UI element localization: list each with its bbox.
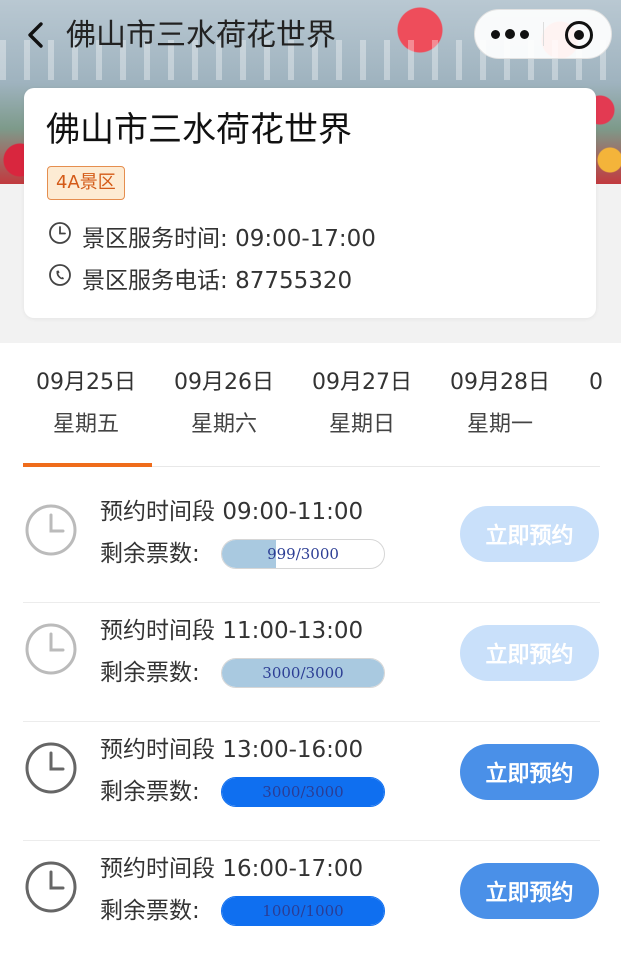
remaining-tickets-bar: 999/3000 (221, 539, 385, 569)
date-tab-date: 09月25日 (36, 370, 136, 395)
date-tab-date: 09月27日 (312, 370, 412, 395)
slot-time-range: 16:00-17:00 (222, 856, 364, 882)
scenic-name: 佛山市三水荷花世界 (46, 110, 352, 150)
active-date-indicator (23, 463, 152, 467)
date-tab-weekday: 星期日 (328, 412, 395, 437)
service-phone: 景区服务电话: 87755320 (48, 263, 352, 299)
remaining-tickets-text: 3000/3000 (262, 783, 344, 801)
slot-time: 预约时间段 09:00-11:00 (100, 494, 363, 530)
remaining-label: 剩余票数: (100, 779, 200, 805)
clock-icon (25, 623, 77, 675)
clock-icon (25, 861, 77, 913)
slot-time-range: 11:00-13:00 (222, 618, 364, 644)
service-phone-label: 景区服务电话: (82, 268, 228, 294)
date-selector: 09月25日 星期五 09月26日 星期六 09月27日 星期日 09月28日 … (0, 343, 621, 467)
service-hours-value: 09:00-17:00 (235, 226, 376, 252)
remaining-tickets-bar: 1000/1000 (221, 896, 385, 926)
date-tab-weekday: 星期一 (466, 412, 533, 437)
slot-time: 预约时间段 13:00-16:00 (100, 732, 363, 768)
slot-time-range: 09:00-11:00 (222, 499, 364, 525)
mini-program-capsule (474, 9, 612, 59)
back-button[interactable] (22, 20, 52, 50)
time-slot-row: 预约时间段 09:00-11:00 剩余票数: 999/3000 立即预约 (23, 484, 600, 603)
service-hours-label: 景区服务时间: (82, 226, 228, 252)
book-now-button[interactable]: 立即预约 (460, 863, 599, 919)
slot-time: 预约时间段 16:00-17:00 (100, 851, 363, 887)
service-phone-value[interactable]: 87755320 (235, 268, 352, 294)
clock-icon (25, 504, 77, 556)
book-now-button[interactable]: 立即预约 (460, 625, 599, 681)
date-tab-date: 09月26日 (174, 370, 274, 395)
remaining-label: 剩余票数: (100, 660, 200, 686)
slot-label: 预约时间段 (100, 856, 215, 882)
time-slot-row: 预约时间段 11:00-13:00 剩余票数: 3000/3000 立即预约 (23, 603, 600, 722)
clock-icon (48, 221, 72, 255)
chevron-left-icon (28, 22, 43, 48)
remaining-label: 剩余票数: (100, 898, 200, 924)
slot-time: 预约时间段 11:00-13:00 (100, 613, 363, 649)
scenic-info-card: 佛山市三水荷花世界 4A景区 景区服务时间: 09:00-17:00 景区服务电… (24, 88, 596, 318)
book-now-button[interactable]: 立即预约 (460, 506, 599, 562)
clock-icon (25, 742, 77, 794)
remaining-tickets-bar: 3000/3000 (221, 658, 385, 688)
slot-time-range: 13:00-16:00 (222, 737, 364, 763)
remaining-tickets-text: 1000/1000 (262, 902, 344, 920)
date-tab-0928[interactable]: 09月28日 星期一 (431, 367, 569, 441)
time-slot-row: 预约时间段 16:00-17:00 剩余票数: 1000/1000 立即预约 (23, 841, 600, 960)
date-tab-weekday: 星期六 (190, 412, 257, 437)
book-now-button[interactable]: 立即预约 (460, 744, 599, 800)
remaining-label: 剩余票数: (100, 541, 200, 567)
remaining-tickets-text: 999/3000 (267, 545, 339, 563)
date-tab-date: 0 (589, 370, 603, 395)
more-button[interactable] (475, 10, 543, 58)
capsule-divider (543, 22, 544, 46)
date-tab-date: 09月28日 (450, 370, 550, 395)
date-tab-0927[interactable]: 09月27日 星期日 (293, 367, 431, 441)
slot-label: 预约时间段 (100, 618, 215, 644)
service-hours: 景区服务时间: 09:00-17:00 (48, 221, 376, 257)
close-mini-program-button[interactable] (545, 10, 611, 58)
date-tab-0925[interactable]: 09月25日 星期五 (17, 367, 155, 441)
date-tab-weekday: 星期五 (52, 412, 119, 437)
date-tab-next[interactable]: 0 (589, 367, 621, 399)
slot-label: 预约时间段 (100, 499, 215, 525)
booking-panel: 09月25日 星期五 09月26日 星期六 09月27日 星期日 09月28日 … (0, 343, 621, 964)
remaining-tickets-text: 3000/3000 (262, 664, 344, 682)
remaining-tickets-bar: 3000/3000 (221, 777, 385, 807)
scenic-level-badge: 4A景区 (47, 166, 125, 200)
top-navigation-bar: 佛山市三水荷花世界 (0, 0, 621, 70)
time-slot-row: 预约时间段 13:00-16:00 剩余票数: 3000/3000 立即预约 (23, 722, 600, 841)
slot-label: 预约时间段 (100, 737, 215, 763)
page-title: 佛山市三水荷花世界 (66, 18, 336, 53)
date-tab-0926[interactable]: 09月26日 星期六 (155, 367, 293, 441)
phone-icon (48, 263, 72, 297)
